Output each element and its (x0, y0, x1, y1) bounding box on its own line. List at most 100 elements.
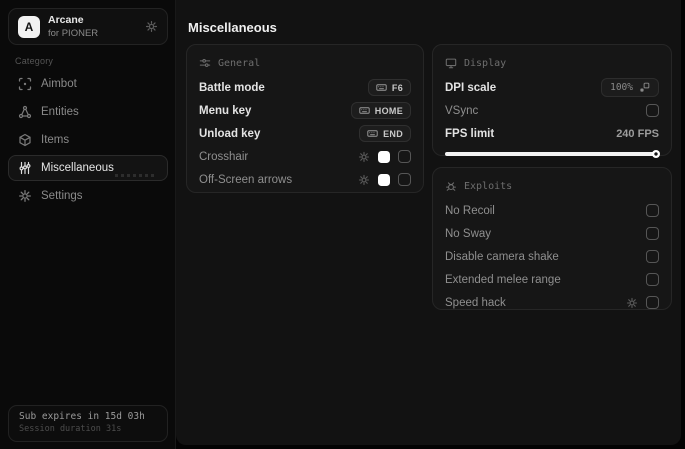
setting-row-speed-hack: Speed hack (445, 291, 659, 314)
keybind-button[interactable]: END (359, 125, 411, 142)
cube-icon (19, 133, 31, 147)
setting-label: No Sway (445, 227, 492, 240)
setting-label: DPI scale (445, 81, 497, 94)
no-sway-checkbox[interactable] (646, 227, 659, 240)
keyboard-icon (376, 84, 387, 91)
gear-icon[interactable] (358, 174, 370, 186)
panel-display-header: Display (445, 54, 659, 72)
panel-exploits-header: Exploits (445, 177, 659, 195)
scan-icon (18, 77, 32, 91)
color-swatch[interactable] (378, 173, 390, 186)
setting-row-crosshair: Crosshair (199, 145, 411, 168)
panel-general-header: General (199, 54, 411, 72)
category-label: Category (15, 56, 54, 66)
sliders-horizontal-icon (199, 59, 211, 67)
keyboard-icon (359, 107, 370, 114)
setting-label: Off-Screen arrows (199, 173, 293, 186)
keybind-value: END (383, 128, 403, 139)
sidebar-nav: Aimbot Entities Items Miscellaneous Sett… (8, 71, 168, 211)
color-swatch[interactable] (378, 150, 390, 163)
keybind-button[interactable]: HOME (350, 102, 411, 119)
fps-limit-value: 240 FPS (616, 127, 659, 140)
gear-icon[interactable] (145, 20, 158, 33)
setting-controls (358, 173, 411, 186)
setting-label: Crosshair (199, 150, 249, 163)
dpi-scale-select[interactable]: 100% (601, 78, 659, 97)
sidebar-item-settings[interactable]: Settings (8, 183, 168, 209)
keybind-value: HOME (374, 105, 403, 116)
sidebar-item-label: Settings (41, 190, 83, 202)
setting-row-fps-limit: FPS limit 240 FPS (445, 122, 659, 145)
keybind-button[interactable]: F6 (367, 79, 411, 96)
setting-label: No Recoil (445, 204, 495, 217)
disable-camera-shake-checkbox[interactable] (646, 250, 659, 263)
app-name: Arcane (48, 14, 84, 26)
setting-label: VSync (445, 104, 479, 117)
sidebar-item-label: Aimbot (41, 78, 77, 90)
keyboard-icon (367, 130, 378, 137)
keybind-value: F6 (391, 82, 403, 93)
panel-display: Display DPI scale 100% VSync FPS limit 2… (432, 44, 672, 158)
vsync-checkbox[interactable] (646, 104, 659, 117)
setting-label: FPS limit (445, 127, 495, 140)
setting-row-menu-key: Menu key HOME (199, 99, 411, 122)
setting-label: Menu key (199, 104, 252, 117)
no-recoil-checkbox[interactable] (646, 204, 659, 217)
session-duration-text: Session duration 31s (19, 424, 122, 434)
app-subtitle: for PIONER (48, 27, 99, 39)
extended-melee-range-checkbox[interactable] (646, 273, 659, 286)
panel-title: Display (464, 57, 507, 69)
setting-row-disable-camera-shake: Disable camera shake (445, 245, 659, 268)
page-title: Miscellaneous (188, 20, 277, 35)
sidebar-item-label: Entities (41, 106, 79, 118)
sidebar-item-label: Miscellaneous (41, 162, 114, 174)
sidebar-item-items[interactable]: Items (8, 127, 168, 153)
setting-row-no-sway: No Sway (445, 222, 659, 245)
gear-icon[interactable] (358, 151, 370, 163)
app-title-block: Arcane for PIONER (48, 14, 98, 39)
sidebar-item-aimbot[interactable]: Aimbot (8, 71, 168, 97)
offscreen-arrows-checkbox[interactable] (398, 173, 411, 186)
monitor-icon (445, 58, 457, 69)
sliders-icon (19, 161, 31, 175)
subscription-status-card: Sub expires in 15d 03h Session duration … (8, 405, 168, 442)
setting-label: Disable camera shake (445, 250, 559, 263)
app-header-card: A Arcane for PIONER (8, 8, 168, 45)
panel-exploits: Exploits No Recoil No Sway Disable camer… (432, 167, 672, 310)
setting-label: Unload key (199, 127, 261, 140)
bug-icon (446, 182, 456, 191)
setting-row-dpi-scale: DPI scale 100% (445, 76, 659, 99)
panel-title: General (218, 57, 261, 69)
sidebar: A Arcane for PIONER Category Aimbot Enti… (0, 0, 176, 449)
speed-hack-checkbox[interactable] (646, 296, 659, 309)
setting-row-unload-key: Unload key END (199, 122, 411, 145)
slider-track (445, 152, 659, 156)
entities-icon (18, 105, 32, 119)
sidebar-item-entities[interactable]: Entities (8, 99, 168, 125)
gear-icon[interactable] (626, 297, 638, 309)
setting-controls (358, 150, 411, 163)
setting-label: Speed hack (445, 296, 506, 309)
setting-row-offscreen-arrows: Off-Screen arrows (199, 168, 411, 191)
setting-row-extended-melee-range: Extended melee range (445, 268, 659, 291)
sub-expiry-text: Sub expires in 15d 03h (19, 411, 145, 422)
app-logo: A (18, 15, 40, 38)
setting-label: Battle mode (199, 81, 265, 94)
panel-general: General Battle mode F6 Menu key HOME Unl… (186, 44, 424, 193)
setting-controls (626, 296, 659, 309)
scale-icon (640, 82, 650, 92)
crosshair-checkbox[interactable] (398, 150, 411, 163)
gear-icon (19, 190, 31, 202)
dpi-scale-value: 100% (610, 82, 633, 93)
fps-limit-slider[interactable] (445, 150, 660, 158)
sidebar-item-miscellaneous[interactable]: Miscellaneous (8, 155, 168, 181)
main-content: Miscellaneous General Battle mode F6 Men… (176, 0, 681, 445)
panel-title: Exploits (464, 180, 513, 192)
setting-label: Extended melee range (445, 273, 561, 286)
active-item-texture (115, 174, 157, 177)
setting-row-no-recoil: No Recoil (445, 199, 659, 222)
slider-thumb[interactable] (652, 150, 660, 158)
setting-row-battle-mode: Battle mode F6 (199, 76, 411, 99)
sidebar-item-label: Items (41, 134, 70, 146)
setting-row-vsync: VSync (445, 99, 659, 122)
